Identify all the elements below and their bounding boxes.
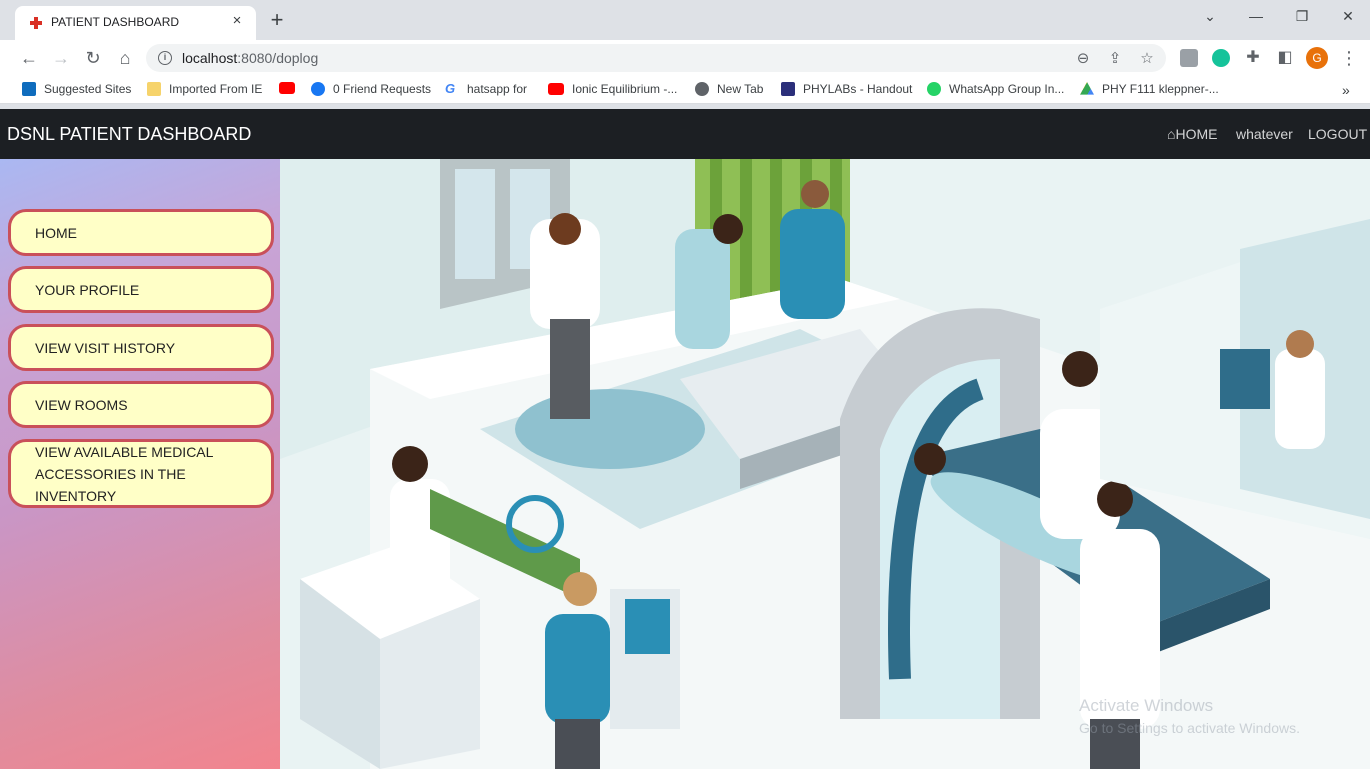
hospital-scene-image: [280, 159, 1370, 769]
activate-windows-watermark: Activate Windows: [1079, 696, 1214, 715]
restore-icon[interactable]: ❐: [1290, 8, 1314, 25]
nav-user-link[interactable]: whatever: [1236, 126, 1293, 142]
tab-strip: PATIENT DASHBOARD × + ⌄ — ❐ ✕: [0, 0, 1370, 40]
close-tab-icon[interactable]: ×: [228, 12, 246, 30]
url-text[interactable]: localhost:8080/doplog: [182, 50, 318, 66]
sidebar-home-button[interactable]: HOME: [8, 209, 274, 256]
tab-title: PATIENT DASHBOARD: [51, 15, 180, 29]
bookmark-youtube[interactable]: [279, 82, 295, 94]
back-icon[interactable]: ←: [18, 47, 40, 69]
browser-tab[interactable]: PATIENT DASHBOARD ×: [15, 6, 256, 40]
bookmark-star-icon[interactable]: ☆: [1138, 49, 1156, 67]
youtube-icon: [548, 83, 564, 95]
brand-title[interactable]: DSNL PATIENT DASHBOARD: [7, 124, 251, 145]
sidebar-profile-button[interactable]: YOUR PROFILE: [8, 266, 274, 313]
new-tab-button[interactable]: +: [266, 9, 288, 31]
google-icon: G: [445, 81, 456, 96]
forward-icon[interactable]: →: [50, 47, 72, 69]
grammarly-icon[interactable]: [1212, 49, 1230, 67]
profile-avatar[interactable]: G: [1306, 47, 1328, 69]
bookmark-imported-from-ie[interactable]: Imported From IE: [147, 82, 262, 96]
share-icon[interactable]: ⇪: [1106, 49, 1124, 67]
keyboard-extension-icon[interactable]: [1180, 49, 1198, 67]
sidebar-rooms-button[interactable]: VIEW ROOMS: [8, 381, 274, 428]
bookmark-phy-f111[interactable]: PHY F111 kleppner-...: [1080, 82, 1219, 96]
browser-toolbar: ← → ↻ ⌂ i localhost:8080/doplog ⊖ ⇪ ☆ ✚ …: [0, 40, 1370, 76]
bookmark-ionic-equilibrium[interactable]: Ionic Equilibrium -...: [548, 82, 677, 96]
facebook-icon: [311, 82, 325, 96]
side-panel-icon[interactable]: ◧: [1274, 47, 1296, 69]
medical-cross-icon: [30, 17, 42, 29]
bookmark-friend-requests[interactable]: 0 Friend Requests: [311, 82, 431, 96]
nav-logout-link[interactable]: LOGOUT: [1308, 126, 1367, 142]
minimize-icon[interactable]: —: [1244, 8, 1268, 24]
youtube-icon: [279, 82, 295, 94]
bookmark-whatsapp-group[interactable]: WhatsApp Group In...: [927, 82, 1064, 96]
home-icon[interactable]: ⌂: [114, 47, 136, 69]
bookmark-new-tab[interactable]: New Tab: [695, 82, 763, 96]
bookmark-suggested-sites[interactable]: Suggested Sites: [22, 82, 131, 96]
tab-search-icon[interactable]: ⌄: [1198, 8, 1222, 25]
zoom-icon[interactable]: ⊖: [1074, 49, 1092, 67]
sidebar-inventory-button[interactable]: VIEW AVAILABLE MEDICAL ACCESSORIES IN TH…: [8, 439, 274, 508]
folder-icon: [147, 82, 161, 96]
reload-icon[interactable]: ↻: [82, 47, 104, 69]
sidebar-visit-history-button[interactable]: VIEW VISIT HISTORY: [8, 324, 274, 371]
bookmark-hatsapp[interactable]: Ghatsapp for: [445, 81, 527, 97]
bookmarks-overflow-icon[interactable]: »: [1342, 82, 1350, 98]
menu-kebab-icon[interactable]: ⋮: [1338, 47, 1360, 69]
hospital-illustration: Activate Windows Go to Settings to activ…: [280, 159, 1370, 769]
globe-icon: [695, 82, 709, 96]
close-window-icon[interactable]: ✕: [1336, 8, 1360, 25]
bing-icon: [22, 82, 36, 96]
sidebar: HOME YOUR PROFILE VIEW VISIT HISTORY VIE…: [0, 159, 280, 769]
google-drive-icon: [1080, 82, 1094, 95]
whatsapp-icon: [927, 82, 941, 96]
bookmarks-bar: Suggested Sites Imported From IE 0 Frien…: [0, 76, 1370, 104]
nav-home-link[interactable]: ⌂HOME: [1167, 126, 1217, 142]
address-bar[interactable]: i localhost:8080/doplog ⊖ ⇪ ☆: [146, 44, 1166, 72]
activate-windows-subtext: Go to Settings to activate Windows.: [1079, 720, 1300, 736]
extensions-puzzle-icon[interactable]: ✚: [1242, 47, 1264, 69]
site-info-icon[interactable]: i: [158, 51, 172, 65]
bits-logo-icon: [781, 82, 795, 96]
app-navbar: DSNL PATIENT DASHBOARD ⌂HOME whatever LO…: [0, 109, 1370, 159]
bookmark-phylabs[interactable]: PHYLABs - Handout: [781, 82, 912, 96]
